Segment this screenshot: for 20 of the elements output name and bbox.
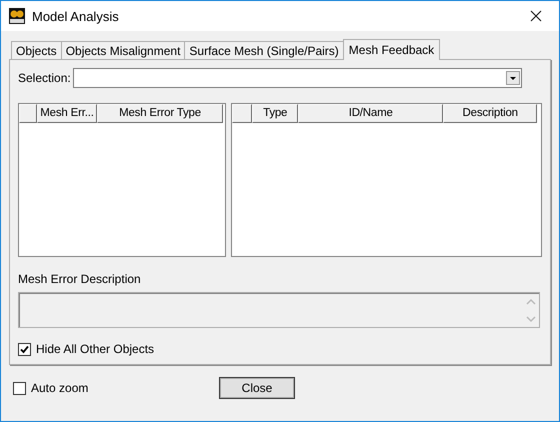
column-header[interactable]: Type xyxy=(252,104,298,123)
tab[interactable]: Objects Misalignment xyxy=(60,41,186,59)
checkbox[interactable] xyxy=(18,342,31,356)
checkbox-label: Hide All Other Objects xyxy=(36,342,154,356)
column-header[interactable]: ID/Name xyxy=(298,104,444,123)
close-icon[interactable] xyxy=(530,10,542,22)
column-header[interactable]: Mesh Err... xyxy=(37,104,97,123)
tab[interactable]: Mesh Feedback xyxy=(342,39,440,60)
tab[interactable]: Surface Mesh (Single/Pairs) xyxy=(184,41,344,59)
selection-dropdown[interactable] xyxy=(72,68,522,88)
checkbox-label: Auto zoom xyxy=(31,381,88,395)
column-header[interactable]: Description xyxy=(443,104,538,123)
window-title: Model Analysis xyxy=(32,8,120,24)
checkbox[interactable] xyxy=(13,382,26,394)
app-logo-icon xyxy=(9,8,25,24)
description-label: Mesh Error Description xyxy=(18,272,142,286)
column-header[interactable]: Mesh Error Type xyxy=(97,104,223,123)
selection-label: Selection: xyxy=(18,71,71,85)
tab[interactable]: Objects xyxy=(11,41,62,59)
close-button[interactable]: Close xyxy=(219,377,295,399)
